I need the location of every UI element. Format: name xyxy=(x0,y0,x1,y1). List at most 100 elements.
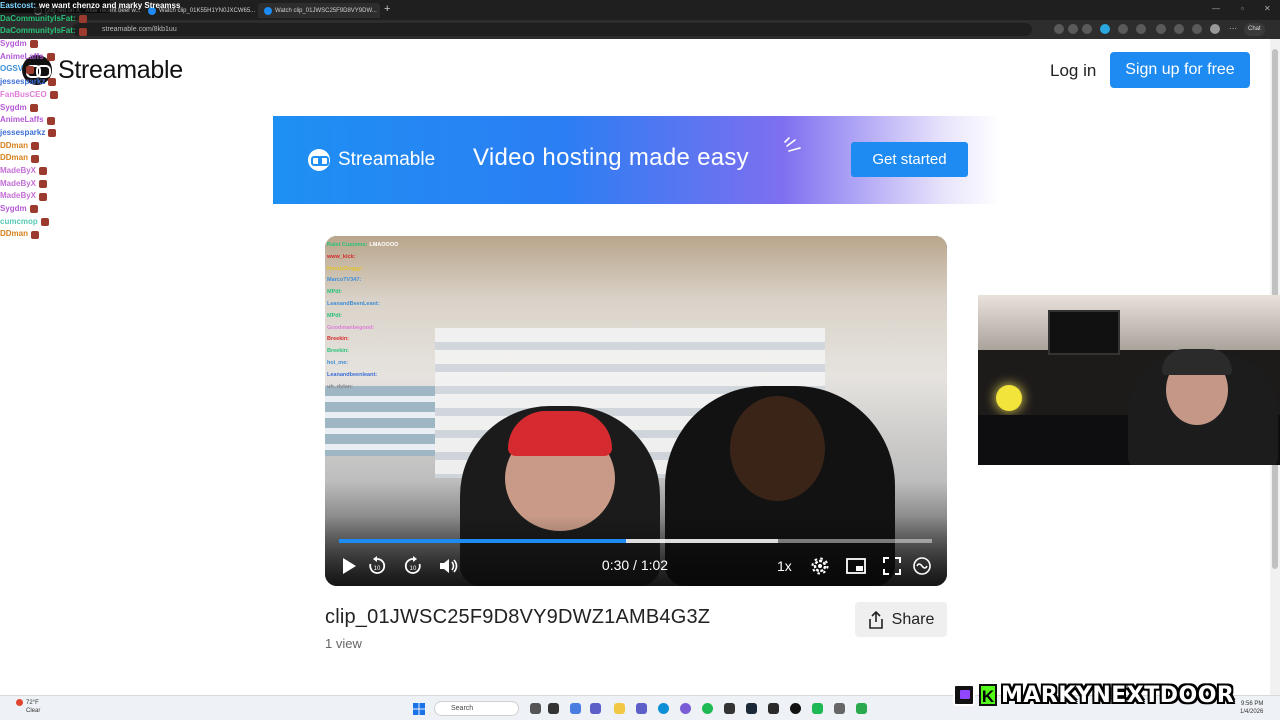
extension-icon[interactable] xyxy=(1100,24,1110,34)
edge-icon[interactable] xyxy=(658,703,669,714)
get-started-button[interactable]: Get started xyxy=(851,142,968,177)
app-icon[interactable] xyxy=(724,703,735,714)
app-icon[interactable] xyxy=(856,703,867,714)
rewind-10-button[interactable]: 10 xyxy=(366,555,388,577)
refresh-icon[interactable] xyxy=(1156,24,1166,34)
picture-in-picture-button[interactable] xyxy=(845,555,867,577)
chat-row: Sygdm xyxy=(0,203,110,216)
fullscreen-button[interactable] xyxy=(881,555,903,577)
chat-username: DDman xyxy=(0,229,29,239)
share-button[interactable]: Share xyxy=(855,602,947,637)
extension-icon[interactable] xyxy=(1136,24,1146,34)
settings-button[interactable] xyxy=(809,555,831,577)
chat-row: AnimeLaffs xyxy=(0,114,110,127)
url-field[interactable]: streamable.com/8kb1uu xyxy=(72,23,1032,36)
chat-username: hoi_me: xyxy=(327,359,349,366)
video-chat-row: Breekin: xyxy=(327,346,422,358)
svg-text:10: 10 xyxy=(410,566,417,572)
share-page-icon[interactable] xyxy=(1068,24,1078,34)
obs-icon[interactable] xyxy=(790,703,801,714)
forward-10-button[interactable]: 10 xyxy=(402,555,424,577)
login-link[interactable]: Log in xyxy=(1050,61,1096,81)
new-tab-icon[interactable]: + xyxy=(384,3,390,15)
steam-icon[interactable] xyxy=(746,703,757,714)
maximize-icon[interactable]: ▫ xyxy=(1241,4,1244,13)
widgets-icon[interactable] xyxy=(548,703,559,714)
chat-username: DaCommunityIsFat: xyxy=(0,13,76,23)
streamable-logo-icon xyxy=(913,557,931,575)
play-button[interactable] xyxy=(339,555,359,577)
app-icon[interactable] xyxy=(812,703,823,714)
minimize-icon[interactable]: — xyxy=(1212,4,1220,13)
app-icon[interactable] xyxy=(680,703,691,714)
chat-username: Breekin: xyxy=(327,348,350,355)
teams-icon[interactable] xyxy=(590,703,601,714)
file-explorer-icon[interactable] xyxy=(614,703,625,714)
video-chat-overlay: Ralst Customs: LMAOOOO www_kick: NoodyDoggy… xyxy=(327,240,422,393)
forward-10-icon: 10 xyxy=(404,556,421,574)
emote-icon xyxy=(49,91,58,100)
emote-icon xyxy=(48,129,57,138)
sidebar-icon[interactable] xyxy=(1192,24,1202,34)
emote-icon xyxy=(31,230,40,239)
chat-rows: DaCommunityIsFat: DaCommunityIsFat: Sygdm A… xyxy=(0,13,110,241)
chat-username: Sygdm xyxy=(0,39,27,49)
app-icon[interactable] xyxy=(636,703,647,714)
progress-bar[interactable] xyxy=(339,539,932,543)
twitch-logo-icon xyxy=(953,684,975,706)
windows-start-icon[interactable] xyxy=(413,703,425,715)
video-player[interactable]: Ralst Customs: LMAOOOO www_kick: NoodyDoggy… xyxy=(325,236,947,586)
extension-icon[interactable] xyxy=(1118,24,1128,34)
progress-fill xyxy=(339,539,626,543)
emote-icon xyxy=(31,141,40,150)
browser-tab-3[interactable]: Watch clip_01JWSC25F9D8VY9DW... × xyxy=(258,3,380,18)
chat-username: DDman xyxy=(0,153,29,163)
star-icon[interactable] xyxy=(1082,24,1092,34)
task-view-icon[interactable] xyxy=(530,703,541,714)
fullscreen-icon xyxy=(883,557,901,575)
emote-icon xyxy=(40,218,49,227)
banner-tagline: Video hosting made easy xyxy=(473,144,749,171)
gear-icon xyxy=(811,557,829,575)
chat-button[interactable]: Chat xyxy=(1244,23,1265,36)
chat-username: Sygdm xyxy=(0,204,27,213)
close-window-icon[interactable]: ✕ xyxy=(1264,4,1271,13)
streamable-button[interactable] xyxy=(911,555,933,577)
streamer-name-overlay: K MARKYNEXTDOOR xyxy=(953,683,1234,708)
promo-banner[interactable]: Streamable Video hosting made easy Get s… xyxy=(273,116,1001,204)
playback-speed-button[interactable]: 1x xyxy=(777,558,792,574)
signup-button[interactable]: Sign up for free xyxy=(1110,52,1250,88)
zoom-icon[interactable] xyxy=(1054,24,1064,34)
emote-icon xyxy=(29,103,38,112)
video-chat-row: hoi_me: xyxy=(327,358,422,370)
extensions-puzzle-icon[interactable] xyxy=(1174,24,1184,34)
menu-icon[interactable]: ⋯ xyxy=(1228,24,1238,34)
chat-username: jessesparkz xyxy=(0,127,46,137)
taskbar-search[interactable]: Search xyxy=(434,701,519,716)
screen: (28) red on X: "After recent beef w... W… xyxy=(0,0,1280,720)
chat-username: MPdl: xyxy=(327,289,342,296)
copilot-icon[interactable] xyxy=(570,703,581,714)
stream-chat-overlay: Eastcost: we want chenzo and marky Strea… xyxy=(0,0,180,241)
volume-button[interactable] xyxy=(438,555,460,577)
weather-widget[interactable]: 72°F Clear xyxy=(16,699,40,715)
picture-in-picture-icon xyxy=(846,558,866,574)
view-count: 1 view xyxy=(325,636,362,651)
streamable-logo-icon xyxy=(308,149,330,171)
chat-row: AnimeLaffs xyxy=(0,51,110,64)
chat-username: AnimeLaffs xyxy=(0,51,44,61)
streamer-webcam xyxy=(978,295,1280,465)
emote-icon xyxy=(78,27,87,36)
emote-icon xyxy=(46,116,55,125)
video-chat-row: Ralst Customs: LMAOOOO xyxy=(327,240,422,252)
webcam-streamer xyxy=(1128,349,1278,465)
spotify-icon[interactable] xyxy=(702,703,713,714)
profile-avatar[interactable] xyxy=(1210,24,1220,34)
settings-icon[interactable] xyxy=(834,703,845,714)
system-clock[interactable]: 9:56 PM 1/4/2026 xyxy=(1240,700,1263,716)
chat-username: Sygdm xyxy=(0,102,27,112)
emote-icon xyxy=(46,53,55,62)
app-icon[interactable] xyxy=(768,703,779,714)
banner-brand: Streamable xyxy=(338,149,436,170)
kick-logo-icon: K xyxy=(979,684,997,706)
